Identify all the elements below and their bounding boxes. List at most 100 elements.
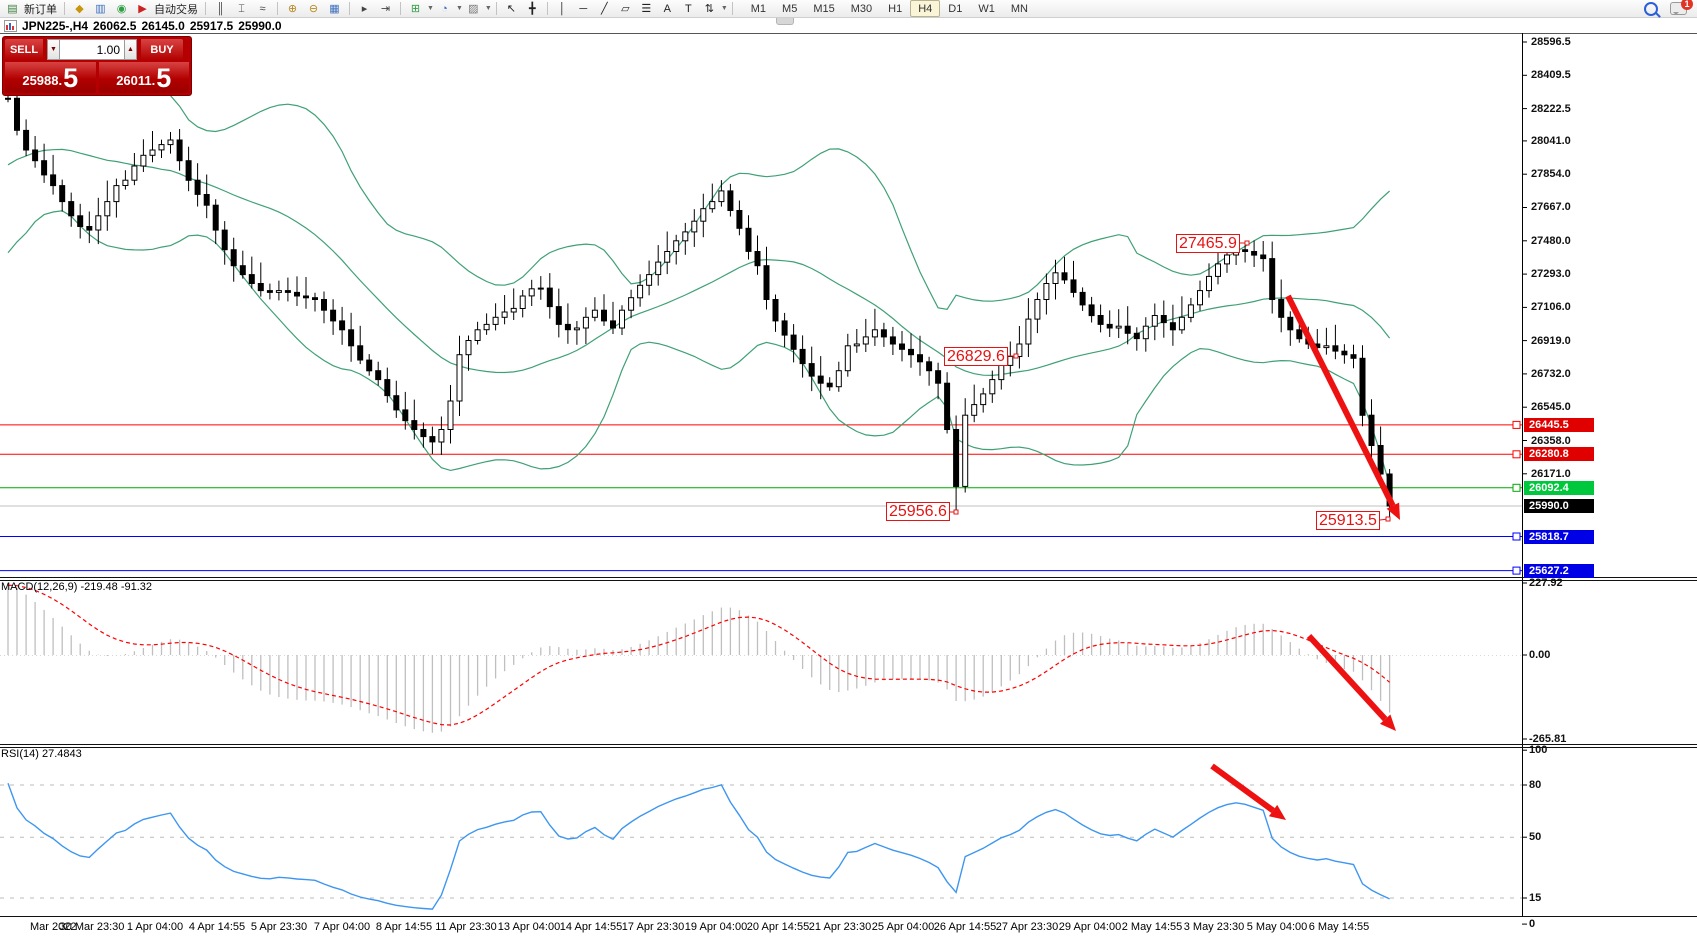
horizontal-line-icon[interactable]: ─ [573, 0, 594, 18]
toolbar-left-group: ▤新订单◆▥◉▶自动交易║⌶≈⊕⊖▦▸⇥⊞▼◔▼▨▼ [2, 0, 492, 18]
price-axis-label: 28041.0 [1531, 135, 1603, 147]
buy-button[interactable]: BUY [141, 39, 183, 60]
symbol-period: JPN225-,H4 [22, 19, 88, 33]
buy-price[interactable]: 26011.5 [99, 62, 190, 93]
chart-canvas[interactable] [0, 0, 1697, 937]
text-icon[interactable]: A [657, 0, 678, 18]
price-axis-label: 27667.0 [1531, 201, 1603, 213]
channel-icon[interactable]: ▱ [615, 0, 636, 18]
time-axis-label: 4 Apr 14:55 [189, 921, 245, 933]
panel-grip[interactable] [776, 18, 794, 25]
styles-icon[interactable]: ◆ [69, 0, 90, 18]
templates-caret-icon[interactable]: ▼ [485, 5, 492, 12]
toolbar: ▤新订单◆▥◉▶自动交易║⌶≈⊕⊖▦▸⇥⊞▼◔▼▨▼ ↖╋│─╱▱☰AT⇅▼ M… [0, 0, 1697, 18]
fibonacci-icon[interactable]: ☰ [636, 0, 657, 18]
autotrading-label[interactable]: 自动交易 [154, 1, 198, 17]
time-axis-label: 26 Apr 14:55 [934, 921, 996, 933]
price-level-badge: 26280.8 [1524, 447, 1594, 461]
indicators-caret-icon[interactable]: ▼ [427, 5, 434, 12]
sell-price[interactable]: 25988.5 [5, 62, 96, 93]
trendline-icon[interactable]: ╱ [594, 0, 615, 18]
volume-input[interactable]: 1.00 [60, 39, 124, 60]
timeframe-h1[interactable]: H1 [880, 0, 910, 17]
time-axis-label: 30 Mar 23:30 [60, 921, 125, 933]
toolbar-separator [496, 2, 497, 15]
price-axis-label: 26919.0 [1531, 335, 1603, 347]
timeframe-m1[interactable]: M1 [743, 0, 774, 17]
toolbar-separator [400, 2, 401, 15]
crosshair-icon[interactable]: ╋ [522, 0, 543, 18]
periods-caret-icon[interactable]: ▼ [456, 5, 463, 12]
arrows-tool-caret-icon[interactable]: ▼ [721, 5, 728, 12]
time-axis-label: 5 May 04:00 [1247, 921, 1308, 933]
toolbar-separator [205, 2, 206, 15]
rsi-axis-label: 80 [1529, 779, 1541, 791]
price-annotation[interactable]: 27465.9 [1176, 234, 1240, 253]
periods-icon[interactable]: ◔ [434, 0, 455, 18]
indicators-icon[interactable]: ⊞ [405, 0, 426, 18]
templates-icon[interactable]: ▨ [463, 0, 484, 18]
rsi-axis-label: 50 [1529, 831, 1541, 843]
time-axis-label: 7 Apr 04:00 [314, 921, 370, 933]
timeframe-m30[interactable]: M30 [843, 0, 880, 17]
line-chart-icon[interactable]: ≈ [252, 0, 273, 18]
chart-shift-icon[interactable]: ⇥ [375, 0, 396, 18]
label-icon[interactable]: T [678, 0, 699, 18]
candlestick-chart-icon[interactable]: ⌶ [231, 0, 252, 18]
toolbar-separator [732, 2, 733, 15]
price-axis-label: 27293.0 [1531, 268, 1603, 280]
auto-scroll-icon[interactable]: ▸ [354, 0, 375, 18]
chat-icon[interactable]: 1 [1670, 2, 1687, 15]
time-axis-label: 13 Apr 04:00 [498, 921, 560, 933]
signals-icon[interactable]: ◉ [111, 0, 132, 18]
search-icon[interactable] [1644, 2, 1658, 16]
price-level-badge: 26445.5 [1524, 418, 1594, 432]
quote-open: 26062.5 [93, 19, 136, 33]
volume-increase-button[interactable]: ▲ [124, 39, 137, 60]
market-watch-icon[interactable]: ▥ [90, 0, 111, 18]
toolbar-tools-group: ↖╋ │─╱▱☰AT⇅▼ [501, 0, 728, 18]
price-level-badge: 25990.0 [1524, 499, 1594, 513]
autotrading-icon[interactable]: ▶ [132, 0, 153, 18]
price-annotation[interactable]: 25956.6 [886, 502, 950, 521]
price-annotation[interactable]: 26829.6 [944, 347, 1008, 366]
quote-low: 25917.5 [190, 19, 233, 33]
timeframe-d1[interactable]: D1 [940, 0, 970, 17]
timeframe-m15[interactable]: M15 [805, 0, 842, 17]
sell-button[interactable]: SELL [5, 39, 43, 60]
bar-chart-icon[interactable]: ║ [210, 0, 231, 18]
rsi-indicator-label: RSI(14) 27.4843 [1, 748, 82, 760]
volume-decrease-button[interactable]: ▼ [47, 39, 60, 60]
new-order-label[interactable]: 新订单 [24, 1, 57, 17]
arrows-tool-icon[interactable]: ⇅ [699, 0, 720, 18]
timeframe-m5[interactable]: M5 [774, 0, 805, 17]
timeframe-h4[interactable]: H4 [910, 0, 940, 17]
toolbar-separator [547, 2, 548, 15]
buy-price-frac: 5 [156, 65, 171, 91]
quote-high: 26145.0 [141, 19, 184, 33]
time-axis-label: 14 Apr 14:55 [560, 921, 622, 933]
price-annotation[interactable]: 25913.5 [1316, 511, 1380, 530]
time-axis-label: 27 Apr 23:30 [996, 921, 1058, 933]
price-level-badge: 25818.7 [1524, 530, 1594, 544]
cursor-icon[interactable]: ↖ [501, 0, 522, 18]
price-axis-label: 26732.0 [1531, 368, 1603, 380]
time-axis-label: 21 Apr 23:30 [809, 921, 871, 933]
tile-windows-icon[interactable]: ▦ [324, 0, 345, 18]
toolbar-separator [349, 2, 350, 15]
toolbar-separator [277, 2, 278, 15]
mt4-window: ▤新订单◆▥◉▶自动交易║⌶≈⊕⊖▦▸⇥⊞▼◔▼▨▼ ↖╋│─╱▱☰AT⇅▼ M… [0, 0, 1697, 937]
time-axis-label: 11 Apr 23:30 [435, 921, 497, 933]
zoom-out-icon[interactable]: ⊖ [303, 0, 324, 18]
timeframe-w1[interactable]: W1 [970, 0, 1003, 17]
price-axis-label: 27854.0 [1531, 168, 1603, 180]
price-axis-label: 26171.0 [1531, 468, 1603, 480]
time-axis-label: 3 May 23:30 [1184, 921, 1245, 933]
zoom-in-icon[interactable]: ⊕ [282, 0, 303, 18]
price-axis-label: 26545.0 [1531, 401, 1603, 413]
timeframe-mn[interactable]: MN [1003, 0, 1036, 17]
rsi-axis-label: 15 [1529, 892, 1541, 904]
one-click-trading-panel: SELL ▼ 1.00 ▲ BUY 25988.5 26011.5 [2, 36, 192, 96]
new-order-icon[interactable]: ▤ [2, 0, 23, 18]
vertical-line-icon[interactable]: │ [552, 0, 573, 18]
